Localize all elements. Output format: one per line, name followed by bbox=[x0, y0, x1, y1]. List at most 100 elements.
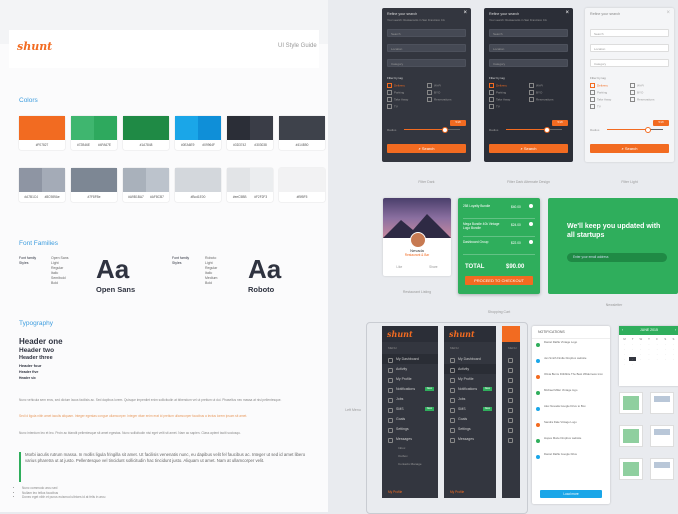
menu-item[interactable]: Notifications New bbox=[444, 384, 496, 394]
notification-item[interactable]: Daniel Ratfle Google Drive bbox=[532, 451, 610, 467]
panel-input[interactable]: Category bbox=[590, 59, 669, 67]
calendar-day[interactable]: · bbox=[662, 347, 669, 351]
remove-item-icon[interactable] bbox=[529, 222, 533, 226]
tag-checkbox[interactable]: Reservations bbox=[630, 97, 655, 102]
slider-handle[interactable] bbox=[442, 127, 448, 133]
chevron-left-icon[interactable]: ‹ bbox=[622, 326, 623, 335]
panel-input[interactable]: Search bbox=[387, 29, 466, 37]
calendar-day[interactable]: · bbox=[621, 342, 628, 346]
panel-input[interactable]: Search bbox=[590, 29, 669, 37]
profile-link[interactable]: My Profile bbox=[382, 490, 444, 494]
tag-checkbox[interactable]: TV bbox=[590, 104, 601, 109]
close-icon[interactable]: × bbox=[565, 10, 569, 16]
notification-item[interactable]: Hopes Maze Dropbox website bbox=[532, 435, 610, 451]
tag-checkbox[interactable]: BYO bbox=[529, 90, 542, 95]
calendar-day[interactable] bbox=[654, 362, 661, 366]
calendar-day[interactable]: · bbox=[662, 357, 669, 361]
tag-checkbox[interactable]: Reservations bbox=[427, 97, 452, 102]
calendar-day[interactable]: · bbox=[654, 357, 661, 361]
share-button[interactable]: Share bbox=[429, 265, 438, 269]
tag-checkbox[interactable]: TV bbox=[489, 104, 500, 109]
menu-item[interactable] bbox=[502, 364, 520, 374]
calendar-day[interactable]: · bbox=[654, 352, 661, 356]
like-button[interactable]: Like bbox=[396, 265, 402, 269]
calendar-day[interactable]: · bbox=[637, 352, 644, 356]
tag-checkbox[interactable]: Delivery bbox=[387, 83, 405, 88]
tag-checkbox[interactable]: Wi-Fi bbox=[427, 83, 441, 88]
tag-checkbox[interactable]: Parking bbox=[489, 90, 506, 95]
menu-item[interactable]: Activity bbox=[382, 364, 438, 374]
menu-item[interactable] bbox=[502, 414, 520, 424]
radius-slider[interactable] bbox=[506, 127, 562, 133]
menu-item[interactable] bbox=[502, 394, 520, 404]
calendar-day[interactable]: · bbox=[637, 347, 644, 351]
menu-item[interactable]: My Profile bbox=[444, 374, 496, 384]
menu-item[interactable]: Jobs bbox=[444, 394, 496, 404]
calendar-day[interactable]: · bbox=[662, 342, 669, 346]
tag-checkbox[interactable]: Wi-Fi bbox=[529, 83, 543, 88]
menu-item[interactable] bbox=[502, 384, 520, 394]
calendar-day[interactable]: · bbox=[637, 357, 644, 361]
panel-input[interactable]: Location bbox=[590, 44, 669, 52]
menu-item[interactable]: My Profile bbox=[382, 374, 438, 384]
tag-checkbox[interactable]: BYO bbox=[427, 90, 440, 95]
calendar-day[interactable]: · bbox=[621, 347, 628, 351]
menu-item[interactable]: SMS New bbox=[444, 404, 496, 414]
tag-checkbox[interactable]: Parking bbox=[590, 90, 607, 95]
menu-item[interactable]: Jobs bbox=[382, 394, 438, 404]
load-more-button[interactable]: Load more bbox=[540, 490, 602, 498]
panel-input[interactable]: Category bbox=[489, 59, 568, 67]
calendar-day[interactable]: · bbox=[670, 342, 677, 346]
menu-item[interactable] bbox=[502, 374, 520, 384]
checkout-button[interactable]: PROCEED TO CHECKOUT bbox=[465, 276, 533, 285]
calendar-day[interactable]: · bbox=[670, 352, 677, 356]
tag-checkbox[interactable]: TV bbox=[387, 104, 398, 109]
menu-item[interactable]: Settings bbox=[382, 424, 438, 434]
menu-item[interactable]: Activity bbox=[444, 364, 496, 374]
listing-card[interactable]: Nevada Restaurant & Bar Like Share bbox=[383, 198, 451, 276]
calendar-day[interactable]: · bbox=[654, 342, 661, 346]
calendar-day[interactable] bbox=[637, 362, 644, 366]
calendar-day[interactable]: · bbox=[629, 347, 636, 351]
menu-item[interactable]: Settings bbox=[444, 424, 496, 434]
calendar-day[interactable]: · bbox=[645, 347, 652, 351]
calendar-day[interactable] bbox=[662, 362, 669, 366]
notification-item[interactable]: Daniel Ratfle Vintage Logo bbox=[532, 339, 610, 355]
menu-item[interactable] bbox=[502, 434, 520, 444]
calendar-day[interactable]: · bbox=[629, 342, 636, 346]
menu-item[interactable]: Messages bbox=[444, 434, 496, 444]
calendar-day[interactable]: · bbox=[662, 352, 669, 356]
newsletter-email-input[interactable]: Enter your email address bbox=[567, 253, 667, 262]
calendar-day[interactable]: · bbox=[621, 352, 628, 356]
calendar-day[interactable]: · bbox=[629, 362, 636, 366]
tag-checkbox[interactable]: Parking bbox=[387, 90, 404, 95]
menu-item[interactable]: Goals bbox=[444, 414, 496, 424]
calendar-day[interactable]: · bbox=[621, 362, 628, 366]
calendar-day[interactable] bbox=[645, 362, 652, 366]
submenu-item[interactable]: Contacts Manage bbox=[382, 460, 438, 468]
radius-slider[interactable] bbox=[607, 127, 663, 133]
menu-item[interactable]: My Dashboard bbox=[444, 354, 496, 364]
menu-item[interactable] bbox=[502, 424, 520, 434]
tag-checkbox[interactable]: Delivery bbox=[590, 83, 608, 88]
menu-item[interactable]: Notifications New bbox=[382, 384, 438, 394]
notification-item[interactable]: Olivia Burns Dribbble The Best Wildernes… bbox=[532, 371, 610, 387]
menu-item[interactable] bbox=[502, 354, 520, 364]
calendar-day[interactable]: · bbox=[629, 352, 636, 356]
notification-item[interactable]: Alex Nevada Google Drive to Box bbox=[532, 403, 610, 419]
calendar-day[interactable]: · bbox=[621, 357, 628, 361]
calendar-day[interactable]: · bbox=[645, 352, 652, 356]
tag-checkbox[interactable]: Wi-Fi bbox=[630, 83, 644, 88]
tag-checkbox[interactable]: Take Away bbox=[489, 97, 510, 102]
tag-checkbox[interactable]: BYO bbox=[630, 90, 643, 95]
notification-item[interactable]: Jan Smith Findle Dropbox website bbox=[532, 355, 610, 371]
calendar-day[interactable]: · bbox=[629, 357, 637, 361]
menu-item[interactable]: My Dashboard bbox=[382, 354, 438, 364]
search-button[interactable]: ⌕ Search bbox=[590, 144, 669, 153]
notification-item[interactable]: Sandra Dale Vintage Logo bbox=[532, 419, 610, 435]
close-icon[interactable]: × bbox=[666, 10, 670, 16]
calendar-day[interactable]: · bbox=[645, 357, 652, 361]
calendar-day[interactable]: · bbox=[637, 342, 644, 346]
tag-checkbox[interactable]: Reservations bbox=[529, 97, 554, 102]
search-button[interactable]: ⌕ Search bbox=[387, 144, 466, 153]
